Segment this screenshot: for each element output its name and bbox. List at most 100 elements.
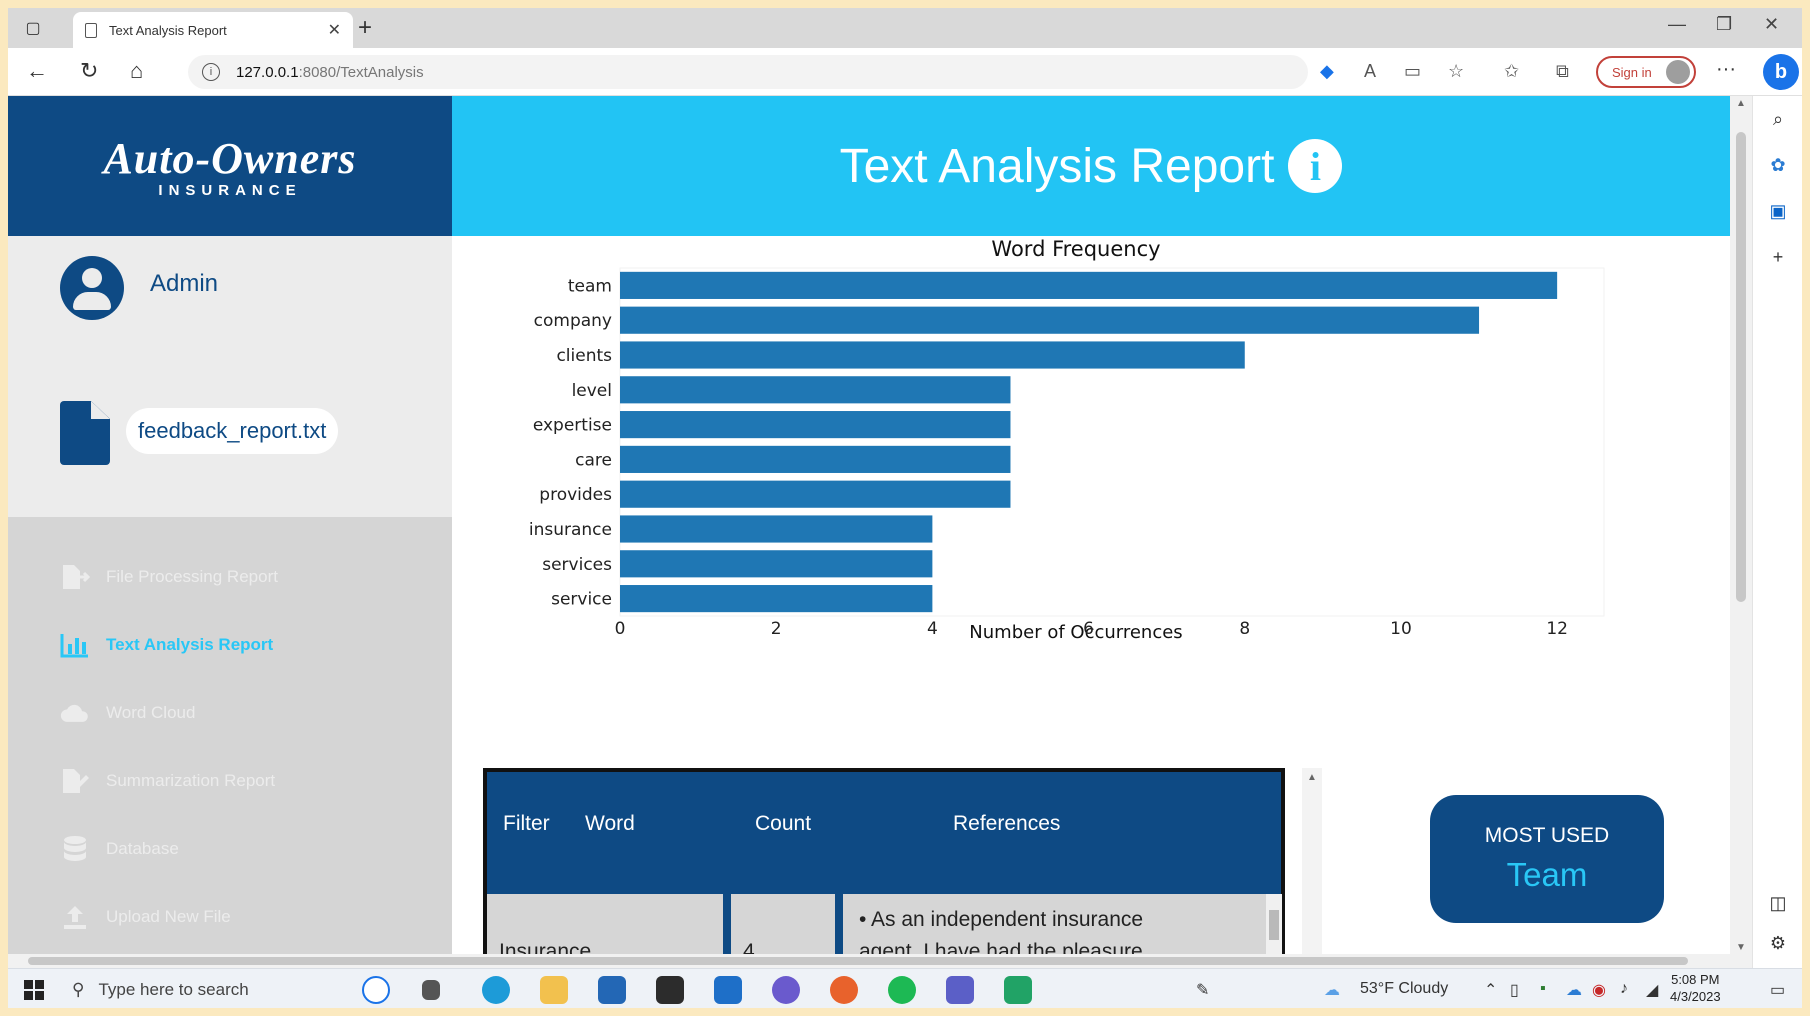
add-icon[interactable]: + — [1767, 246, 1789, 268]
battery-icon[interactable]: ▯ — [1510, 980, 1519, 1000]
weather-text[interactable]: 53°F Cloudy — [1360, 980, 1448, 998]
y-tick-label: level — [572, 381, 612, 401]
sidebar-item-label: Word Cloud — [106, 703, 196, 722]
tab-close-icon[interactable]: ✕ — [328, 20, 341, 40]
edge-sidebar: ⌕ ✿ ▣ + ◫ ⚙ — [1752, 96, 1802, 968]
table-scrollbar[interactable]: ▲ — [1302, 768, 1322, 968]
sidebar-toggle-icon[interactable]: ◫ — [1767, 892, 1789, 914]
read-aloud-icon[interactable]: A — [1364, 61, 1376, 82]
volume-icon[interactable]: ♪ — [1620, 980, 1628, 998]
filter-column-header[interactable]: Filter — [503, 812, 550, 836]
refresh-icon[interactable]: ↻ — [80, 58, 98, 84]
y-tick-label: insurance — [529, 520, 612, 540]
y-tick-label: service — [551, 590, 612, 610]
close-window-icon[interactable]: ✕ — [1764, 14, 1779, 35]
favorites-icon[interactable]: ✩ — [1504, 61, 1519, 82]
taskbar: ⚲ Type here to search ✎ ☁ 53°F Cloudy ⌃ … — [8, 968, 1802, 1008]
taskbar-search[interactable]: ⚲ Type here to search — [72, 975, 372, 1005]
bing-icon[interactable] — [362, 976, 390, 1004]
tools-icon[interactable]: ✿ — [1767, 154, 1789, 176]
word-column-header[interactable]: Word — [585, 812, 635, 836]
outlook-icon[interactable]: ▣ — [1767, 200, 1789, 222]
x-tick-label: 8 — [1239, 619, 1250, 639]
sidebar-item-upload[interactable]: Upload New File — [60, 897, 231, 937]
address-bar: ← ↻ ⌂ i 127.0.0.1:8080/TextAnalysis ◆ A … — [8, 48, 1802, 96]
info-icon[interactable]: i — [1288, 139, 1343, 193]
settings-icon[interactable]: ⚙ — [1767, 932, 1789, 954]
time-text: 5:08 PM — [1671, 972, 1720, 987]
pycharm-icon[interactable] — [1004, 976, 1032, 1004]
user-name: Admin — [150, 270, 219, 297]
minimize-icon[interactable]: — — [1668, 14, 1686, 35]
restore-icon[interactable]: ❐ — [1716, 14, 1732, 35]
weather-icon[interactable]: ☁ — [1324, 980, 1340, 1000]
scroll-down-icon[interactable]: ▼ — [1736, 942, 1746, 953]
reader-view-icon[interactable]: ▭ — [1404, 61, 1421, 82]
site-info-icon[interactable]: i — [202, 63, 220, 81]
onedrive-icon[interactable]: ☁ — [1566, 980, 1582, 1000]
y-tick-label: clients — [556, 346, 612, 366]
shopping-tag-icon[interactable]: ◆ — [1320, 61, 1334, 82]
teams-icon[interactable] — [946, 976, 974, 1004]
home-icon[interactable]: ⌂ — [130, 58, 143, 84]
scroll-up-icon[interactable]: ▲ — [1736, 98, 1746, 109]
search-placeholder: Type here to search — [98, 980, 249, 999]
edge-icon[interactable] — [482, 976, 510, 1004]
y-tick-label: expertise — [533, 416, 612, 436]
page-scrollbar[interactable]: ▲ ▼ — [1730, 96, 1752, 968]
search-icon[interactable]: ⌕ — [1767, 108, 1789, 130]
security-icon[interactable]: ◉ — [1592, 980, 1606, 1000]
browser-tab[interactable]: Text Analysis Report ✕ — [73, 12, 353, 48]
pen-icon[interactable]: ✎ — [1196, 980, 1209, 1000]
cloud-icon — [60, 700, 90, 726]
window-menu-icon[interactable]: ▢ — [22, 17, 44, 39]
file-name-badge: feedback_report.txt — [126, 408, 339, 454]
sidebar-item-text-analysis[interactable]: Text Analysis Report — [60, 625, 273, 665]
collections-icon[interactable]: ⧉ — [1556, 61, 1569, 82]
bar-care — [620, 445, 1011, 473]
app-tray-icon[interactable]: ▪ — [1540, 980, 1546, 998]
spotify-icon[interactable] — [888, 976, 916, 1004]
bar-level — [620, 376, 1011, 404]
scrollbar-thumb[interactable] — [28, 957, 1688, 965]
url-field[interactable]: i 127.0.0.1:8080/TextAnalysis — [188, 55, 1308, 89]
page-title: Text Analysis Report — [839, 139, 1275, 193]
count-column-header[interactable]: Count — [755, 812, 811, 836]
references-column-header[interactable]: References — [953, 812, 1060, 836]
file-explorer-icon[interactable] — [540, 976, 568, 1004]
sidebar-item-label: File Processing Report — [106, 567, 278, 586]
sidebar-item-file-processing[interactable]: File Processing Report — [60, 557, 278, 597]
screen: ▢ Text Analysis Report ✕ + — ❐ ✕ ← ↻ ⌂ i… — [8, 8, 1802, 1008]
x-tick-label: 4 — [927, 619, 938, 639]
y-tick-label: team — [568, 276, 612, 296]
task-view-icon[interactable] — [422, 980, 440, 1000]
notifications-icon[interactable]: ▭ — [1770, 980, 1785, 1000]
browser-title-bar: ▢ Text Analysis Report ✕ + — ❐ ✕ — [8, 8, 1802, 48]
x-tick-label: 0 — [615, 619, 626, 639]
logo-sub-text: INSURANCE — [158, 182, 302, 199]
scroll-up-icon[interactable]: ▲ — [1307, 772, 1317, 783]
sidebar-item-database[interactable]: Database — [60, 829, 179, 869]
new-tab-icon[interactable]: + — [358, 14, 372, 42]
bing-chat-icon[interactable]: b — [1763, 54, 1799, 90]
more-options-icon[interactable]: ··· — [1716, 58, 1736, 81]
sidebar-item-summarization[interactable]: Summarization Report — [60, 761, 275, 801]
copilot-icon[interactable] — [772, 976, 800, 1004]
store-icon[interactable] — [598, 976, 626, 1004]
clock[interactable]: 5:08 PM 4/3/2023 — [1670, 971, 1721, 1005]
sign-in-button[interactable]: Sign in — [1596, 56, 1696, 88]
chevron-up-icon[interactable]: ⌃ — [1484, 980, 1497, 1000]
chart-title: Word Frequency — [991, 237, 1160, 261]
firefox-icon[interactable] — [830, 976, 858, 1004]
add-favorite-icon[interactable]: ☆ — [1448, 61, 1464, 82]
horizontal-scrollbar[interactable] — [8, 954, 1730, 968]
most-used-label: MOST USED — [1484, 824, 1610, 847]
word-table: Filter Word Count References Insurance 4… — [483, 768, 1285, 968]
windows-start-icon[interactable] — [24, 980, 44, 1000]
sidebar-item-word-cloud[interactable]: Word Cloud — [60, 693, 195, 733]
mail-icon[interactable] — [714, 976, 742, 1004]
back-icon[interactable]: ← — [26, 58, 48, 84]
wifi-icon[interactable]: ◢ — [1646, 980, 1658, 1000]
scrollbar-thumb[interactable] — [1736, 132, 1746, 602]
media-app-icon[interactable] — [656, 976, 684, 1004]
